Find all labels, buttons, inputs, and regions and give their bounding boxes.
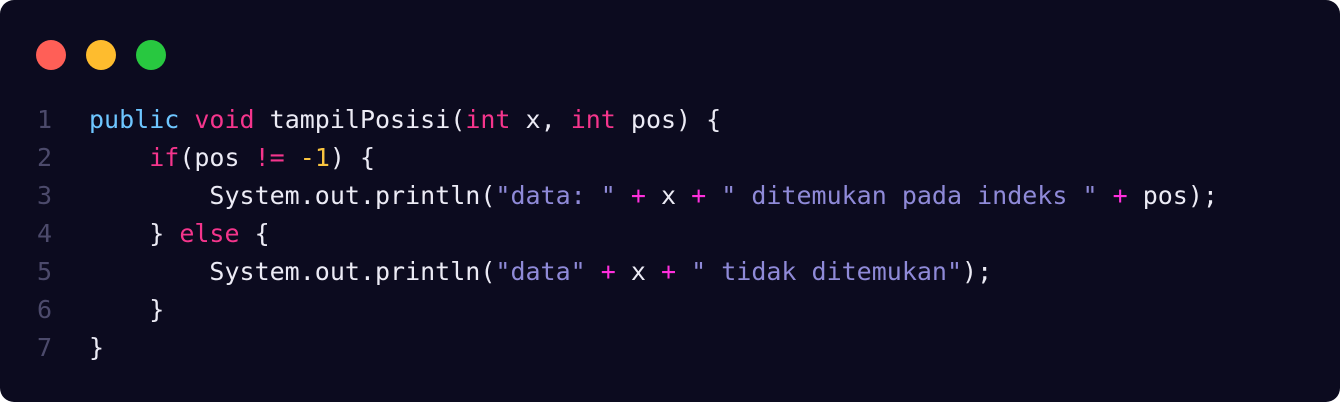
code-token: pos) {: [615, 105, 722, 134]
line-number: 4: [36, 219, 52, 248]
line-source: }: [52, 291, 164, 329]
code-token: "data": [495, 257, 586, 286]
code-token: }: [89, 219, 180, 248]
code-token: int: [570, 105, 616, 134]
code-token: x: [645, 181, 692, 210]
code-token: if: [149, 143, 180, 172]
line-source: } else {: [52, 215, 270, 253]
code-token: public: [89, 105, 180, 134]
code-line: 6 }: [0, 291, 1340, 329]
code-line: 7}: [0, 329, 1340, 367]
code-token: "data: ": [495, 181, 616, 210]
code-token: else: [179, 219, 240, 248]
line-source: }: [52, 329, 104, 367]
code-token: ) {: [329, 143, 376, 172]
line-number: 3: [36, 181, 52, 210]
code-token: " ditemukan pada indeks ": [721, 181, 1098, 210]
code-token: pos);: [1127, 181, 1218, 210]
code-token: int: [465, 105, 511, 134]
window-controls: [36, 40, 166, 70]
code-token: +: [630, 181, 646, 210]
code-block: 1 public void tampilPosisi(int x, int pos…: [0, 101, 1340, 367]
code-line: 1 public void tampilPosisi(int x, int pos…: [0, 101, 1340, 139]
line-source: if(pos != -1) {: [52, 139, 375, 177]
code-token: " tidak ditemukan": [691, 257, 963, 286]
code-token: );: [962, 257, 993, 286]
code-token: }: [89, 333, 105, 362]
line-number: 2: [36, 143, 52, 172]
code-token: +: [600, 257, 616, 286]
line-number: 6: [36, 295, 52, 324]
code-token: -1: [299, 143, 330, 172]
code-token: +: [1112, 181, 1128, 210]
code-token: System.out.println(: [89, 257, 496, 286]
zoom-dot-icon[interactable]: [136, 40, 166, 70]
code-token: tampilPosisi(: [254, 105, 466, 134]
code-token: x: [615, 257, 661, 286]
line-source: public void tampilPosisi(int x, int pos)…: [52, 101, 721, 139]
code-token: }: [89, 295, 165, 324]
line-source: System.out.println("data" + x + " tidak …: [52, 253, 992, 291]
minimize-dot-icon[interactable]: [86, 40, 116, 70]
code-line: 4 } else {: [0, 215, 1340, 253]
line-number: 7: [36, 333, 52, 362]
line-number: 1: [36, 105, 52, 134]
code-token: {: [239, 219, 270, 248]
code-token: System.out.println(: [89, 181, 496, 210]
code-line: 5 System.out.println("data" + x + " tida…: [0, 253, 1340, 291]
code-token: !=: [254, 143, 285, 172]
line-source: System.out.println("data: " + x + " dite…: [52, 177, 1218, 215]
code-window: 1 public void tampilPosisi(int x, int pos…: [0, 0, 1340, 402]
code-line: 2 if(pos != -1) {: [0, 139, 1340, 177]
code-token: (pos: [179, 143, 255, 172]
code-line: 3 System.out.println("data: " + x + " di…: [0, 177, 1340, 215]
code-token: +: [691, 181, 707, 210]
code-token: +: [660, 257, 677, 286]
code-token: void: [194, 105, 255, 134]
close-dot-icon[interactable]: [36, 40, 66, 70]
line-number: 5: [36, 257, 52, 286]
code-token: x,: [510, 105, 571, 134]
